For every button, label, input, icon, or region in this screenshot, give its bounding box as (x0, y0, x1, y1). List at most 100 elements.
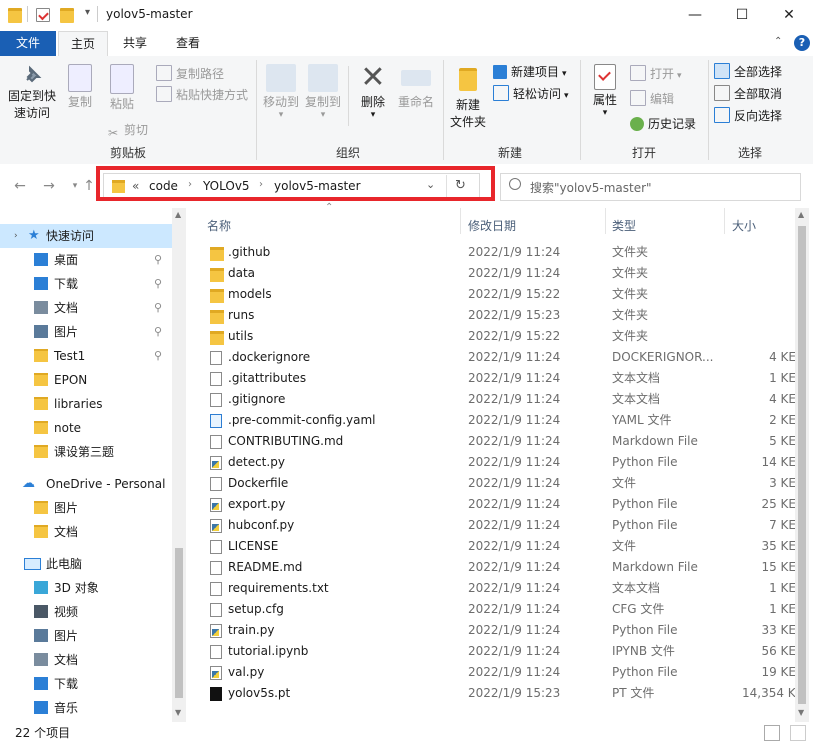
scroll-up-icon[interactable]: ▲ (798, 210, 804, 219)
invert-selection-button[interactable]: 反向选择 (714, 106, 782, 126)
pin-icon[interactable]: ⚲ (154, 296, 162, 320)
nav-item[interactable]: 文档 (0, 520, 172, 544)
nav-scrollbar[interactable]: ▲ ▼ (172, 208, 186, 722)
open-button[interactable]: 打开 ▾ (630, 64, 682, 84)
pin-icon[interactable]: ⚲ (154, 248, 162, 272)
nav-item[interactable]: 文档 ⚲ (0, 296, 172, 320)
table-row[interactable]: requirements.txt 2022/1/9 11:24 文本文档 1 KE (207, 578, 797, 599)
table-row[interactable]: .github 2022/1/9 11:24 文件夹 (207, 242, 797, 263)
select-all-button[interactable]: 全部选择 (714, 62, 782, 82)
tab-share[interactable]: 共享 (110, 31, 160, 56)
close-button[interactable]: ✕ (766, 0, 812, 31)
cut-button[interactable]: ✂ 剪切 (106, 120, 148, 140)
nav-item[interactable]: Test1 ⚲ (0, 344, 172, 368)
large-icons-view-icon[interactable] (790, 725, 806, 741)
nav-item[interactable]: 图片 (0, 496, 172, 520)
file-list-scrollbar[interactable]: ▲ ▼ (795, 208, 809, 722)
rename-button[interactable]: 重命名 (394, 64, 438, 111)
history-button[interactable]: 历史记录 (630, 114, 696, 134)
copy-to-button[interactable]: 复制到 ▾ (302, 64, 344, 120)
nav-item[interactable]: libraries (0, 392, 172, 416)
table-row[interactable]: .gitignore 2022/1/9 11:24 文本文档 4 KE (207, 389, 797, 410)
table-row[interactable]: utils 2022/1/9 15:22 文件夹 (207, 326, 797, 347)
customize-quick-access-icon[interactable]: ▾ (85, 7, 90, 18)
nav-this-pc[interactable]: 此电脑 (0, 552, 172, 576)
properties-button[interactable]: 属性 ▾ (586, 64, 624, 118)
column-header-type[interactable]: 类型 (612, 214, 636, 238)
nav-scroll-thumb[interactable] (175, 548, 183, 698)
delete-button[interactable]: ✕ 删除 ▾ (354, 63, 392, 120)
table-row[interactable]: tutorial.ipynb 2022/1/9 11:24 IPYNB 文件 56 K… (207, 641, 797, 662)
collapse-ribbon-icon[interactable]: ⌃ (774, 36, 782, 47)
nav-item[interactable]: 3D 对象 (0, 576, 172, 600)
table-row[interactable]: LICENSE 2022/1/9 11:24 文件 35 KE (207, 536, 797, 557)
table-row[interactable]: data 2022/1/9 11:24 文件夹 (207, 263, 797, 284)
paste-button[interactable]: 粘贴 (102, 64, 142, 113)
column-divider[interactable] (460, 208, 461, 234)
table-row[interactable]: export.py 2022/1/9 11:24 Python File 25 KE (207, 494, 797, 515)
file-scroll-thumb[interactable] (798, 226, 806, 704)
table-row[interactable]: setup.cfg 2022/1/9 11:24 CFG 文件 1 KE (207, 599, 797, 620)
table-row[interactable]: runs 2022/1/9 15:23 文件夹 (207, 305, 797, 326)
select-none-button[interactable]: 全部取消 (714, 84, 782, 104)
pin-to-quick-access-button[interactable]: 固定到快 速访问 (4, 64, 60, 122)
table-row[interactable]: .pre-commit-config.yaml 2022/1/9 11:24 YAM… (207, 410, 797, 431)
table-row[interactable]: hubconf.py 2022/1/9 11:24 Python File 7 KE (207, 515, 797, 536)
edit-button[interactable]: 编辑 (630, 89, 674, 109)
table-row[interactable]: yolov5s.pt 2022/1/9 15:23 PT 文件 14,354 KE (207, 683, 797, 704)
expand-chevron-icon[interactable]: › (14, 224, 18, 248)
table-row[interactable]: README.md 2022/1/9 11:24 Markdown File 15 K… (207, 557, 797, 578)
scroll-up-icon[interactable]: ▲ (175, 210, 181, 219)
nav-onedrive[interactable]: ☁ OneDrive - Personal (0, 472, 172, 496)
pin-icon[interactable]: ⚲ (154, 272, 162, 296)
pin-icon[interactable]: ⚲ (154, 320, 162, 344)
tab-file[interactable]: 文件 (0, 31, 56, 56)
nav-item[interactable]: EPON (0, 368, 172, 392)
nav-item[interactable]: 桌面 ⚲ (0, 248, 172, 272)
table-row[interactable]: .dockerignore 2022/1/9 11:24 DOCKERIGNOR..… (207, 347, 797, 368)
table-row[interactable]: train.py 2022/1/9 11:24 Python File 33 KE (207, 620, 797, 641)
table-row[interactable]: val.py 2022/1/9 11:24 Python File 19 KE (207, 662, 797, 683)
move-to-button[interactable]: 移动到 ▾ (260, 64, 302, 120)
column-header-name[interactable]: 名称 (207, 214, 231, 238)
tab-view[interactable]: 查看 (163, 31, 213, 56)
nav-item[interactable]: 音乐 (0, 696, 172, 720)
maximize-button[interactable]: ☐ (719, 0, 765, 31)
help-icon[interactable]: ? (794, 35, 810, 51)
table-row[interactable]: CONTRIBUTING.md 2022/1/9 11:24 Markdown Fi… (207, 431, 797, 452)
copy-path-button[interactable]: 复制路径 (156, 64, 224, 84)
new-folder-quick-icon[interactable] (60, 8, 74, 23)
copy-button[interactable]: 复制 (62, 64, 98, 111)
scroll-down-icon[interactable]: ▼ (798, 708, 804, 717)
nav-item[interactable]: note (0, 416, 172, 440)
forward-arrow-icon[interactable]: → (40, 176, 58, 196)
tab-home[interactable]: 主页 (58, 31, 108, 57)
paste-shortcut-button[interactable]: 粘贴快捷方式 (156, 85, 248, 105)
table-row[interactable]: .gitattributes 2022/1/9 11:24 文本文档 1 KE (207, 368, 797, 389)
pin-icon[interactable]: ⚲ (154, 344, 162, 368)
table-row[interactable]: models 2022/1/9 15:22 文件夹 (207, 284, 797, 305)
easy-access-button[interactable]: 轻松访问 ▾ (493, 84, 569, 104)
nav-item[interactable]: 视频 (0, 600, 172, 624)
minimize-button[interactable]: — (672, 0, 718, 31)
nav-item[interactable]: 图片 (0, 624, 172, 648)
column-header-size[interactable]: 大小 (732, 214, 756, 238)
new-item-button[interactable]: 新建项目 ▾ (493, 62, 567, 82)
back-arrow-icon[interactable]: ← (11, 176, 29, 196)
details-view-icon[interactable] (764, 725, 780, 741)
properties-quick-icon[interactable] (36, 8, 50, 22)
table-row[interactable]: detect.py 2022/1/9 11:24 Python File 14 KE (207, 452, 797, 473)
search-input[interactable]: 搜索"yolov5-master" (530, 179, 652, 196)
column-divider[interactable] (605, 208, 606, 234)
nav-quick-access[interactable]: › ★ 快速访问 (0, 224, 172, 248)
nav-item[interactable]: 下载 ⚲ (0, 272, 172, 296)
nav-item[interactable]: 下载 (0, 672, 172, 696)
search-box[interactable]: 搜索"yolov5-master" (500, 173, 801, 201)
scroll-down-icon[interactable]: ▼ (175, 708, 181, 717)
table-row[interactable]: Dockerfile 2022/1/9 11:24 文件 3 KE (207, 473, 797, 494)
nav-item[interactable]: 图片 ⚲ (0, 320, 172, 344)
nav-item[interactable]: 课设第三题 (0, 440, 172, 464)
nav-item[interactable]: 文档 (0, 648, 172, 672)
new-folder-button[interactable]: 新建 文件夹 (446, 64, 490, 131)
column-header-date[interactable]: 修改日期 (468, 214, 516, 238)
